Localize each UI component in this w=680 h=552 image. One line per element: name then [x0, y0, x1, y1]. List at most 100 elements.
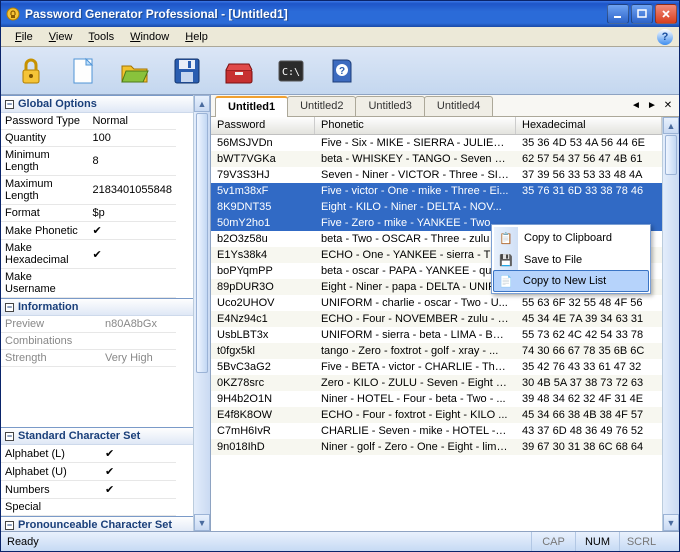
property-value[interactable]: 2183401055848	[88, 176, 176, 205]
property-row[interactable]: Maximum Length2183401055848	[1, 176, 176, 205]
cell-password: 0KZ78src	[211, 377, 315, 389]
menubar-help-icon[interactable]: ?	[657, 29, 673, 45]
tab-scroll-right[interactable]: ►	[645, 98, 659, 112]
section-pronounceable-charset[interactable]: −Pronounceable Character Set	[1, 516, 193, 531]
menu-window[interactable]: Window	[122, 29, 177, 45]
minimize-button[interactable]	[607, 4, 629, 24]
menu-help[interactable]: Help	[177, 29, 216, 45]
property-row[interactable]: Minimum Length8	[1, 147, 176, 176]
cell-phonetic: Eight - KILO - Niner - DELTA - NOV...	[315, 201, 516, 213]
property-value[interactable]: Normal	[88, 113, 176, 130]
property-row[interactable]: Numbers	[1, 481, 176, 499]
collapse-icon[interactable]: −	[5, 521, 14, 530]
property-value[interactable]	[88, 222, 176, 240]
tab-untitled4[interactable]: Untitled4	[424, 96, 493, 116]
scroll-up-arrow[interactable]: ▲	[663, 117, 679, 134]
property-value[interactable]	[101, 481, 176, 499]
property-key: Alphabet (L)	[1, 445, 101, 463]
property-value[interactable]: Very High	[101, 350, 176, 367]
left-scrollbar[interactable]: ▲ ▼	[193, 95, 210, 531]
maximize-button[interactable]	[631, 4, 653, 24]
scroll-thumb[interactable]	[665, 135, 677, 175]
table-row[interactable]: 79V3S3HJSeven - Niner - VICTOR - Three -…	[211, 167, 662, 183]
section-standard-charset[interactable]: −Standard Character Set	[1, 427, 193, 445]
property-value[interactable]: 100	[88, 130, 176, 147]
table-row[interactable]: 56MSJVDnFive - Six - MIKE - SIERRA - JUL…	[211, 135, 662, 151]
section-global-options[interactable]: −Global Options	[1, 95, 193, 113]
titlebar[interactable]: Password Generator Professional - [Untit…	[1, 1, 679, 27]
grid-scrollbar[interactable]: ▲ ▼	[662, 117, 679, 531]
property-value[interactable]	[101, 499, 176, 516]
scroll-down-arrow[interactable]: ▼	[663, 514, 679, 531]
table-row[interactable]: bWT7VGKabeta - WHISKEY - TANGO - Seven -…	[211, 151, 662, 167]
tab-untitled1[interactable]: Untitled1	[215, 96, 288, 117]
column-phonetic[interactable]: Phonetic	[315, 117, 516, 134]
column-hexadecimal[interactable]: Hexadecimal	[516, 117, 662, 134]
ctx-item-save-to-file[interactable]: 💾Save to File	[494, 249, 648, 271]
menu-view[interactable]: View	[41, 29, 81, 45]
table-row[interactable]: 9H4b2O1NNiner - HOTEL - Four - beta - Tw…	[211, 391, 662, 407]
tab-untitled3[interactable]: Untitled3	[355, 96, 424, 116]
grid-wrap: Password Phonetic Hexadecimal 56MSJVDnFi…	[211, 117, 679, 531]
menu-tools[interactable]: Tools	[80, 29, 122, 45]
table-row[interactable]: 8K9DNT35Eight - KILO - Niner - DELTA - N…	[211, 199, 662, 215]
property-row[interactable]: Previewn80A8bGx	[1, 316, 176, 333]
table-row[interactable]: 0KZ78srcZero - KILO - ZULU - Seven - Eig…	[211, 375, 662, 391]
property-value[interactable]	[101, 463, 176, 481]
property-row[interactable]: Alphabet (U)	[1, 463, 176, 481]
scroll-thumb[interactable]	[196, 113, 208, 373]
toolbar-new-button[interactable]	[57, 50, 109, 92]
cell-phonetic: Zero - KILO - ZULU - Seven - Eight - ...	[315, 377, 516, 389]
table-row[interactable]: 5BvC3aG2Five - BETA - victor - CHARLIE -…	[211, 359, 662, 375]
collapse-icon[interactable]: −	[5, 303, 14, 312]
property-row[interactable]: Make Username	[1, 269, 176, 298]
menu-file[interactable]: File	[7, 29, 41, 45]
close-button[interactable]	[655, 4, 677, 24]
table-row[interactable]: 9n018IhDNiner - golf - Zero - One - Eigh…	[211, 439, 662, 455]
table-row[interactable]: t0fgx5kltango - Zero - foxtrot - golf - …	[211, 343, 662, 359]
password-grid[interactable]: Password Phonetic Hexadecimal 56MSJVDnFi…	[211, 117, 662, 531]
property-value[interactable]	[101, 445, 176, 463]
property-value[interactable]	[101, 333, 176, 350]
property-value[interactable]: n80A8bGx	[101, 316, 176, 333]
cell-phonetic: UNIFORM - sierra - beta - LIMA - BE...	[315, 329, 516, 341]
property-row[interactable]: Alphabet (L)	[1, 445, 176, 463]
property-row[interactable]: Combinations	[1, 333, 176, 350]
toolbar-save-button[interactable]	[161, 50, 213, 92]
property-row[interactable]: Password TypeNormal	[1, 113, 176, 130]
tab-scroll-left[interactable]: ◄	[629, 98, 643, 112]
property-row[interactable]: Make Hexadecimal	[1, 240, 176, 269]
property-row[interactable]: Quantity100	[1, 130, 176, 147]
toolbar-generate-button[interactable]	[5, 50, 57, 92]
property-row[interactable]: Special	[1, 499, 176, 516]
table-row[interactable]: C7mH6IvRCHARLIE - Seven - mike - HOTEL -…	[211, 423, 662, 439]
tab-untitled2[interactable]: Untitled2	[287, 96, 356, 116]
toolbar-help-button[interactable]: ?	[317, 50, 369, 92]
ctx-item-copy-to-new-list[interactable]: 📄Copy to New List	[493, 270, 649, 292]
property-value[interactable]: $p	[88, 205, 176, 222]
section-information[interactable]: −Information	[1, 298, 193, 316]
ctx-item-copy-to-clipboard[interactable]: 📋Copy to Clipboard	[494, 227, 648, 249]
tab-close-button[interactable]: ✕	[661, 98, 675, 112]
property-row[interactable]: StrengthVery High	[1, 350, 176, 367]
table-row[interactable]: 5v1m38xFFive - victor - One - mike - Thr…	[211, 183, 662, 199]
property-value[interactable]: 8	[88, 147, 176, 176]
scroll-down-arrow[interactable]: ▼	[194, 514, 210, 531]
property-row[interactable]: Format$p	[1, 205, 176, 222]
property-value[interactable]	[88, 240, 176, 269]
column-password[interactable]: Password	[211, 117, 315, 134]
toolbar-cmd-button[interactable]: C:\	[265, 50, 317, 92]
toolbar-open-button[interactable]	[109, 50, 161, 92]
scroll-up-arrow[interactable]: ▲	[194, 95, 210, 112]
table-row[interactable]: E4Nz94c1ECHO - Four - NOVEMBER - zulu - …	[211, 311, 662, 327]
table-row[interactable]: UsbLBT3xUNIFORM - sierra - beta - LIMA -…	[211, 327, 662, 343]
context-menu[interactable]: 📋Copy to Clipboard💾Save to File📄Copy to …	[491, 224, 651, 294]
property-row[interactable]: Make Phonetic	[1, 222, 176, 240]
table-row[interactable]: E4f8K8OWECHO - Four - foxtrot - Eight - …	[211, 407, 662, 423]
collapse-icon[interactable]: −	[5, 100, 14, 109]
toolbar-tools-button[interactable]	[213, 50, 265, 92]
property-value[interactable]	[88, 269, 176, 298]
table-row[interactable]: Uco2UHOVUNIFORM - charlie - oscar - Two …	[211, 295, 662, 311]
grid-header[interactable]: Password Phonetic Hexadecimal	[211, 117, 662, 135]
collapse-icon[interactable]: −	[5, 432, 14, 441]
